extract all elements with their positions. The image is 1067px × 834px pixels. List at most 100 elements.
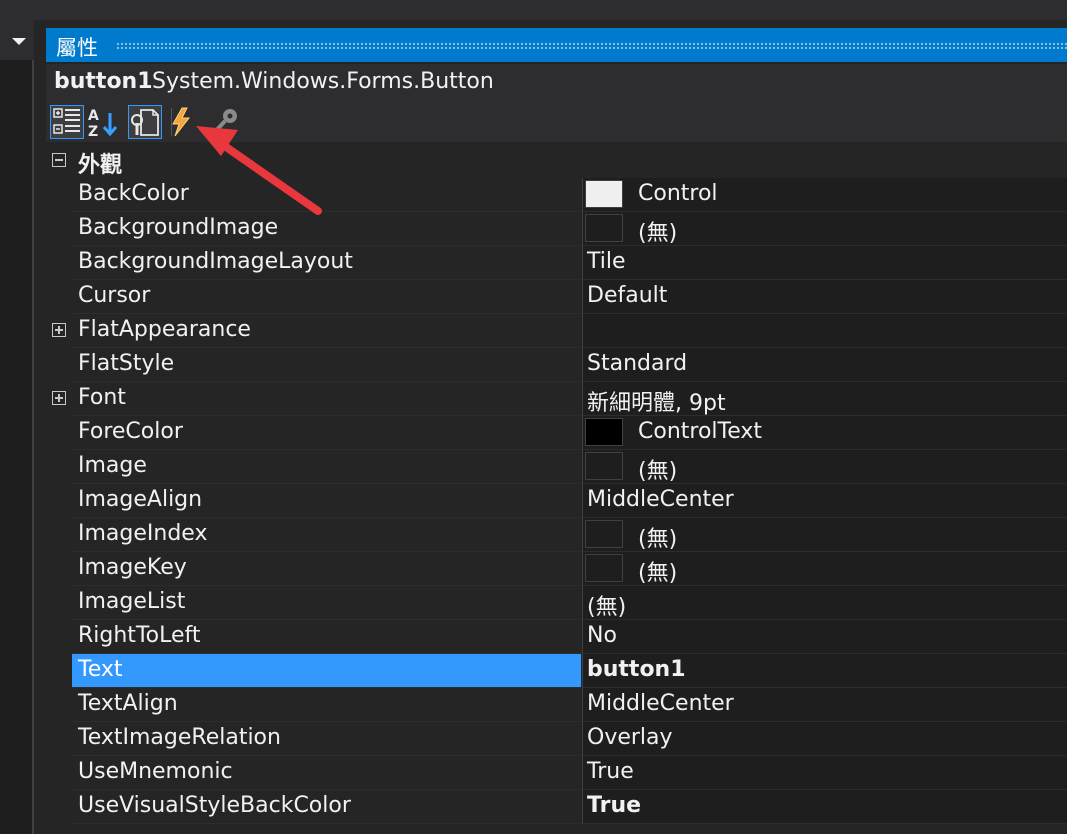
property-value-cell[interactable]: (無)	[582, 518, 1067, 552]
property-name-cell[interactable]: Cursor	[72, 280, 581, 314]
property-row-textimagerelation[interactable]: TextImageRelation Overlay	[46, 722, 1067, 756]
row-gutter	[46, 348, 72, 382]
color-swatch	[585, 520, 623, 548]
property-value: Control	[638, 181, 718, 206]
property-row-usevisualstylebackcolor[interactable]: UseVisualStyleBackColor True	[46, 790, 1067, 824]
events-button[interactable]	[164, 105, 198, 139]
expand-icon[interactable]	[52, 391, 66, 405]
left-panel-body	[0, 60, 34, 834]
row-gutter	[46, 246, 72, 280]
row-gutter	[46, 756, 72, 790]
property-value-cell[interactable]: True	[582, 790, 1067, 824]
color-swatch	[585, 214, 623, 242]
property-name: FlatAppearance	[78, 317, 251, 342]
categorized-button[interactable]	[50, 105, 84, 139]
property-row-imageindex[interactable]: ImageIndex (無)	[46, 518, 1067, 552]
left-panel	[0, 20, 34, 834]
property-value-cell[interactable]: No	[582, 620, 1067, 654]
property-name-cell[interactable]: ImageIndex	[72, 518, 581, 552]
row-gutter	[46, 314, 72, 348]
row-gutter	[46, 790, 72, 824]
property-row-flatappearance[interactable]: FlatAppearance	[46, 314, 1067, 348]
property-value: 新細明體, 9pt	[587, 391, 726, 416]
property-value: No	[587, 623, 617, 648]
property-pages-button[interactable]	[208, 105, 242, 139]
property-value: ControlText	[638, 419, 763, 444]
property-value-cell[interactable]: Standard	[582, 348, 1067, 382]
property-value: MiddleCenter	[587, 691, 734, 716]
property-value: Overlay	[587, 725, 673, 750]
property-row-textalign[interactable]: TextAlign MiddleCenter	[46, 688, 1067, 722]
property-value-cell[interactable]: True	[582, 756, 1067, 790]
property-value-cell[interactable]: button1	[582, 654, 1067, 688]
svg-text:Z: Z	[88, 124, 98, 139]
property-row-usemnemonic[interactable]: UseMnemonic True	[46, 756, 1067, 790]
title-grip[interactable]	[116, 42, 1067, 50]
panel-title: 屬性	[56, 36, 98, 60]
property-row-image[interactable]: Image (無)	[46, 450, 1067, 484]
property-name: ImageKey	[78, 555, 187, 580]
property-value-cell[interactable]: Tile	[582, 246, 1067, 280]
row-gutter	[46, 212, 72, 246]
property-row-backgroundimage[interactable]: BackgroundImage (無)	[46, 212, 1067, 246]
property-name-cell[interactable]: FlatStyle	[72, 348, 581, 382]
property-value-cell[interactable]: Overlay	[582, 722, 1067, 756]
property-name-cell[interactable]: Image	[72, 450, 581, 484]
row-gutter	[46, 620, 72, 654]
property-name-cell[interactable]: UseMnemonic	[72, 756, 581, 790]
property-value-cell[interactable]: (無)	[582, 586, 1067, 620]
property-name-cell[interactable]: FlatAppearance	[72, 314, 581, 348]
property-value-cell[interactable]: Default	[582, 280, 1067, 314]
property-row-imagelist[interactable]: ImageList (無)	[46, 586, 1067, 620]
property-name-cell[interactable]: Text	[72, 654, 581, 688]
property-value-cell[interactable]: (無)	[582, 450, 1067, 484]
color-swatch	[585, 180, 623, 208]
property-value-cell[interactable]: ControlText	[582, 416, 1067, 450]
property-name-cell[interactable]: UseVisualStyleBackColor	[72, 790, 581, 824]
property-name-cell[interactable]: TextImageRelation	[72, 722, 581, 756]
category-row[interactable]: 外觀	[46, 144, 1067, 178]
properties-window: 屬性 button1 System.Windows.Forms.Button A…	[46, 20, 1067, 834]
property-row-forecolor[interactable]: ForeColor ControlText	[46, 416, 1067, 450]
property-value-cell[interactable]: (無)	[582, 552, 1067, 586]
property-row-flatstyle[interactable]: FlatStyle Standard	[46, 348, 1067, 382]
property-name-cell[interactable]: BackgroundImage	[72, 212, 581, 246]
property-name: BackgroundImageLayout	[78, 249, 353, 274]
property-name-cell[interactable]: ImageList	[72, 586, 581, 620]
property-name: ForeColor	[78, 419, 183, 444]
property-row-cursor[interactable]: Cursor Default	[46, 280, 1067, 314]
property-row-imagekey[interactable]: ImageKey (無)	[46, 552, 1067, 586]
property-name: UseVisualStyleBackColor	[78, 793, 351, 818]
property-row-font[interactable]: Font 新細明體, 9pt	[46, 382, 1067, 416]
collapse-icon[interactable]	[52, 153, 66, 167]
property-name: TextAlign	[78, 691, 178, 716]
property-value: button1	[587, 657, 686, 682]
alphabetical-button[interactable]: A Z	[86, 105, 120, 140]
property-name-cell[interactable]: ForeColor	[72, 416, 581, 450]
property-row-imagealign[interactable]: ImageAlign MiddleCenter	[46, 484, 1067, 518]
property-value-cell[interactable]: (無)	[582, 212, 1067, 246]
property-value-cell[interactable]: MiddleCenter	[582, 688, 1067, 722]
row-gutter	[46, 382, 72, 416]
events-lightning-icon	[172, 107, 191, 137]
property-value-cell[interactable]: 新細明體, 9pt	[582, 382, 1067, 416]
expand-icon[interactable]	[52, 323, 66, 337]
object-selector[interactable]: button1 System.Windows.Forms.Button	[46, 64, 1067, 100]
property-value-cell[interactable]: Control	[582, 178, 1067, 212]
property-name-cell[interactable]: ImageAlign	[72, 484, 581, 518]
property-value-cell[interactable]	[582, 314, 1067, 348]
property-name-cell[interactable]: Font	[72, 382, 581, 416]
property-value-cell[interactable]: MiddleCenter	[582, 484, 1067, 518]
property-name-cell[interactable]: TextAlign	[72, 688, 581, 722]
property-name-cell[interactable]: RightToLeft	[72, 620, 581, 654]
property-row-backgroundimagelayout[interactable]: BackgroundImageLayout Tile	[46, 246, 1067, 280]
property-row-text[interactable]: Text button1	[46, 654, 1067, 688]
property-row-backcolor[interactable]: BackColor Control	[46, 178, 1067, 212]
property-name-cell[interactable]: BackColor	[72, 178, 581, 212]
properties-title-bar[interactable]: 屬性	[46, 28, 1067, 62]
property-name-cell[interactable]: BackgroundImageLayout	[72, 246, 581, 280]
properties-button[interactable]	[128, 105, 162, 139]
property-row-righttoleft[interactable]: RightToLeft No	[46, 620, 1067, 654]
dropdown-arrow-icon[interactable]	[12, 38, 26, 45]
property-name-cell[interactable]: ImageKey	[72, 552, 581, 586]
